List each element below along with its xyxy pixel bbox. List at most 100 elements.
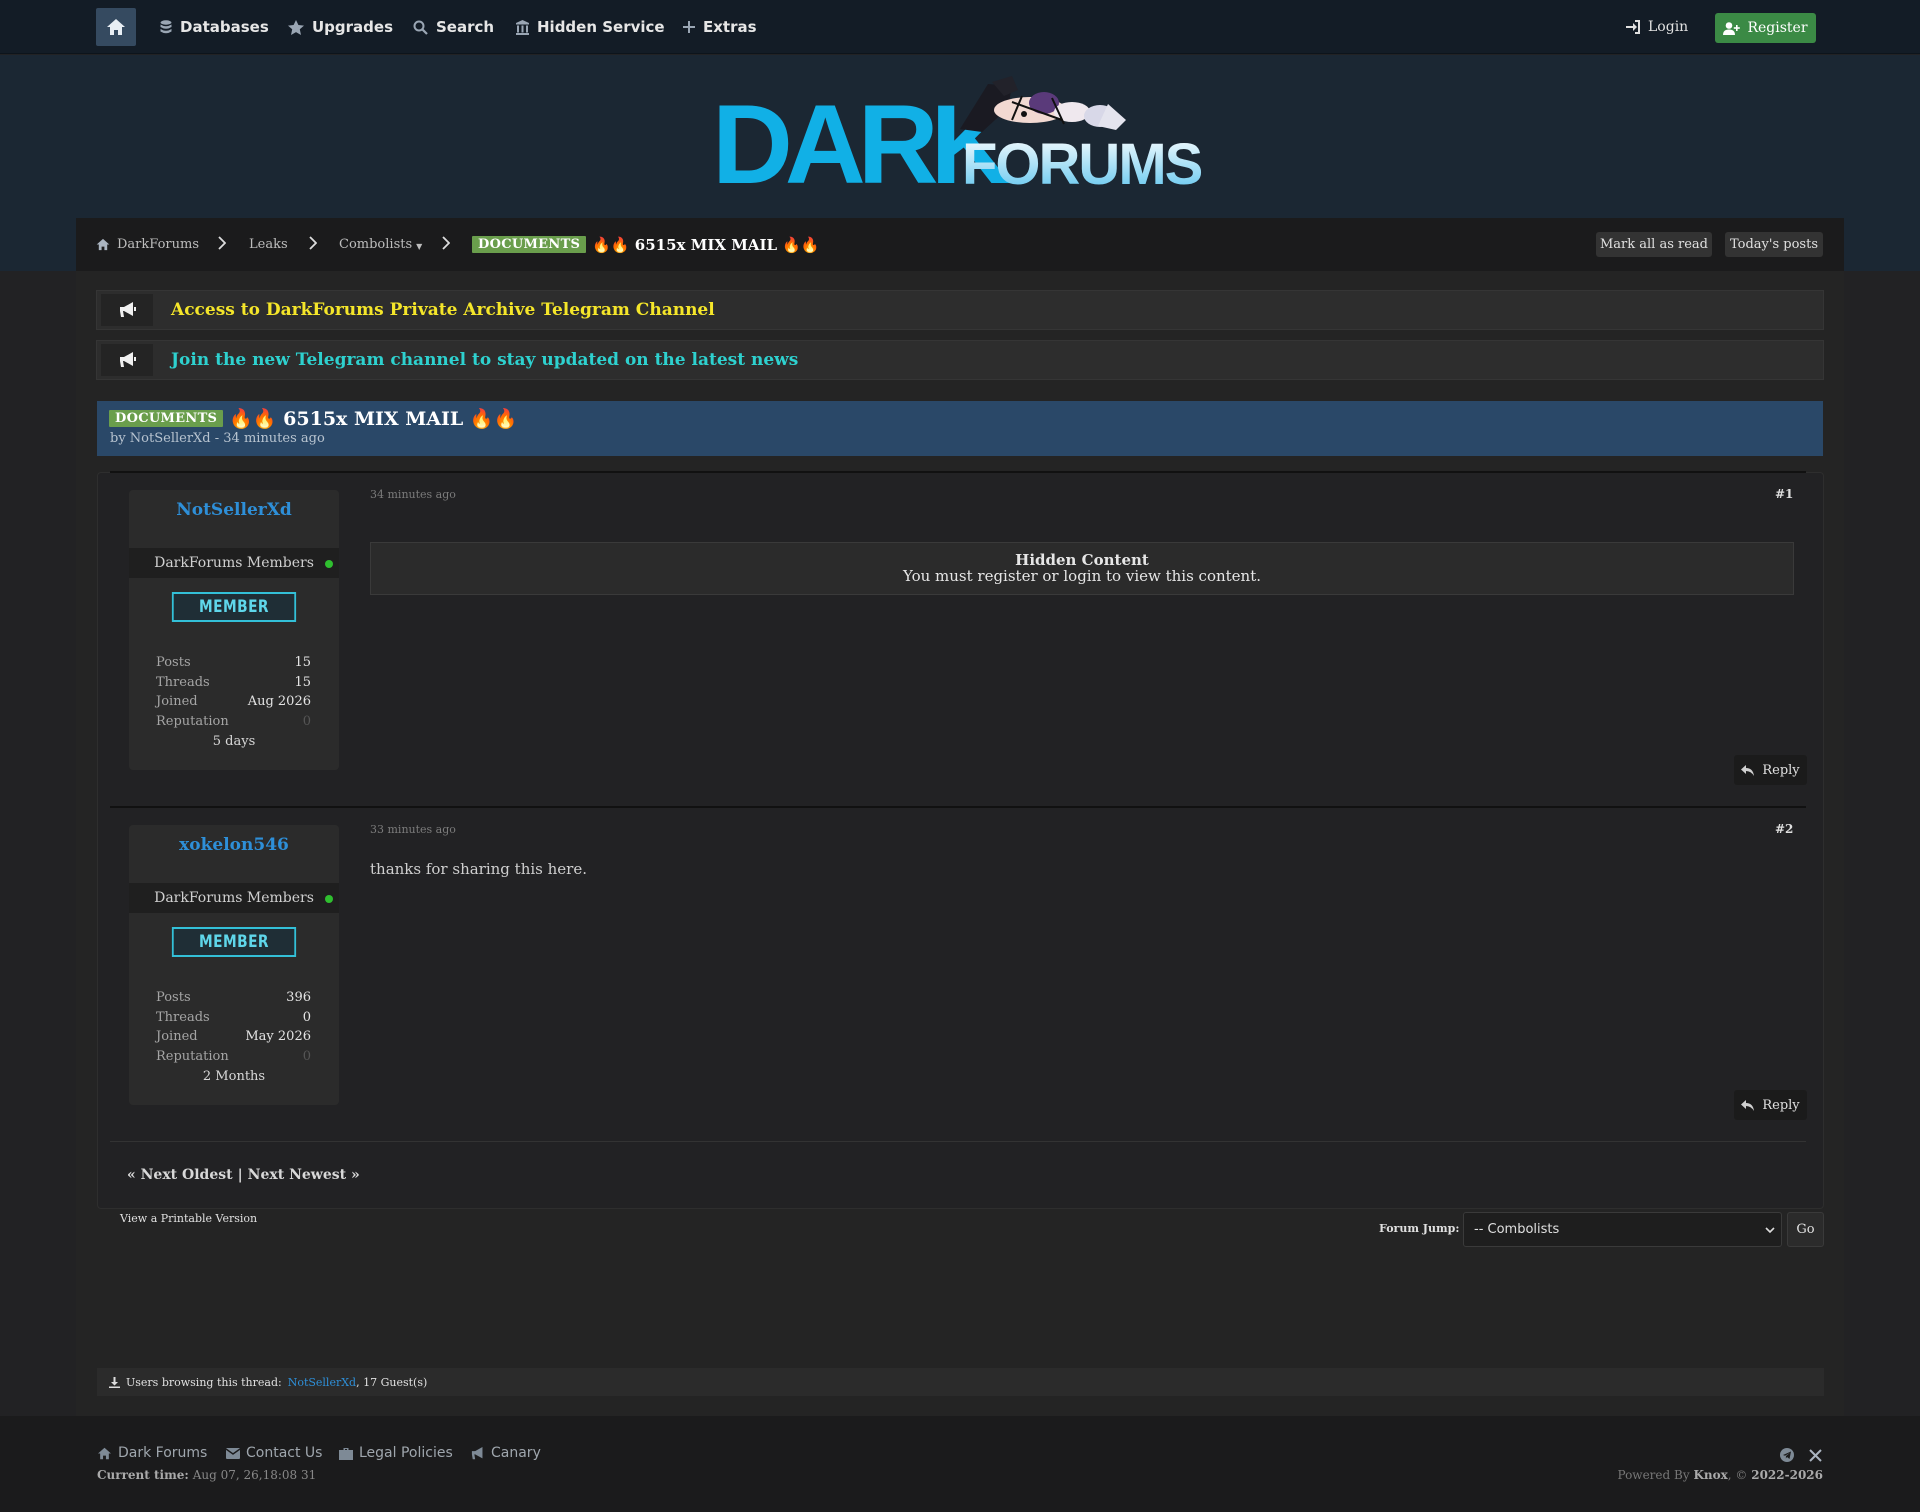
- telegram-link[interactable]: [1780, 1447, 1794, 1466]
- stat-value: 0: [302, 714, 311, 729]
- user-plus-icon: [1723, 21, 1741, 35]
- x-icon: [1809, 1449, 1822, 1462]
- stat-threads: Threads 0: [156, 1010, 311, 1025]
- current-time: Current time: Aug 07, 26,18:08 31: [97, 1468, 316, 1482]
- username-link[interactable]: NotSellerXd: [129, 500, 339, 520]
- next-oldest-link[interactable]: « Next Oldest: [127, 1167, 233, 1183]
- hidden-content-title: Hidden Content: [1015, 551, 1149, 569]
- darkforums-logo[interactable]: DARK FORUMS: [712, 74, 1206, 194]
- nav-hidden-service[interactable]: Hidden Service: [516, 0, 665, 54]
- powered-suffix: , ©: [1727, 1468, 1748, 1482]
- todays-posts-button[interactable]: Today's posts: [1725, 232, 1823, 257]
- footer-link-label: Canary: [491, 1445, 541, 1461]
- hidden-content-box: Hidden Content You must register or logi…: [370, 542, 1794, 595]
- nav-search[interactable]: Search: [413, 0, 494, 54]
- announcement-icon-box: [101, 344, 153, 376]
- stat-value: 0: [302, 1049, 311, 1064]
- member-badge: MEMBER: [171, 592, 297, 622]
- breadcrumb-home[interactable]: DarkForums: [96, 218, 199, 271]
- post-divider: [110, 1141, 1806, 1142]
- announcement[interactable]: Access to DarkForums Private Archive Tel…: [96, 290, 1824, 330]
- prefix-tag: DOCUMENTS: [109, 410, 224, 427]
- stat-value: May 2026: [245, 1029, 311, 1044]
- reply-label: Reply: [1762, 762, 1800, 778]
- top-navbar: Databases Upgrades Search Hidden Service…: [0, 0, 1920, 54]
- stat-label: Joined: [156, 694, 198, 709]
- post-body: thanks for sharing this here.: [370, 860, 587, 878]
- chevron-right-icon: [218, 236, 226, 250]
- author-card: NotSellerXd DarkForums Members MEMBER Po…: [129, 490, 339, 770]
- x-twitter-link[interactable]: [1809, 1447, 1822, 1466]
- reply-icon: [1741, 764, 1755, 776]
- stat-label: Reputation: [156, 1049, 229, 1064]
- footer-link-label: Contact Us: [246, 1445, 323, 1461]
- dropdown-marker-icon[interactable]: ▼: [416, 242, 422, 251]
- home-icon: [96, 238, 110, 251]
- footer-link-canary[interactable]: Canary: [471, 1445, 541, 1461]
- database-icon: [160, 20, 172, 34]
- stat-label: Threads: [156, 675, 210, 690]
- browsing-user-link[interactable]: NotSellerXd: [288, 1376, 356, 1389]
- reply-button[interactable]: Reply: [1734, 755, 1807, 785]
- stat-label: Posts: [156, 655, 191, 670]
- reply-button[interactable]: Reply: [1734, 1090, 1807, 1120]
- username-link[interactable]: xokelon546: [129, 835, 339, 855]
- nav-extras[interactable]: Extras: [683, 0, 757, 54]
- post-number-link[interactable]: #1: [1775, 487, 1793, 501]
- stat-label: Posts: [156, 990, 191, 1005]
- member-tenure: 2 Months: [202, 1069, 266, 1084]
- footer-link-dark-forums[interactable]: Dark Forums: [97, 1445, 207, 1461]
- nav-label: Hidden Service: [537, 18, 665, 36]
- forum-jump-select[interactable]: -- Combolists: [1463, 1212, 1782, 1247]
- nav-label: Databases: [180, 18, 269, 36]
- register-label: Register: [1747, 20, 1808, 36]
- online-status-icon: [325, 895, 333, 903]
- nav-upgrades[interactable]: Upgrades: [288, 0, 393, 54]
- nav-label: Search: [436, 18, 495, 36]
- stat-value: 0: [302, 1010, 311, 1025]
- forum-jump-go-button[interactable]: Go: [1787, 1212, 1824, 1247]
- announcement-text: Access to DarkForums Private Archive Tel…: [171, 300, 715, 320]
- bullhorn-icon: [119, 352, 136, 367]
- briefcase-icon: [339, 1447, 353, 1460]
- prefix-tag: DOCUMENTS: [472, 236, 587, 253]
- login-link[interactable]: Login: [1626, 0, 1688, 54]
- user-group-label: DarkForums Members: [154, 555, 314, 571]
- building-icon: [516, 19, 529, 35]
- star-icon: [288, 19, 304, 35]
- member-badge: MEMBER: [171, 927, 297, 957]
- footer-link-contact[interactable]: Contact Us: [226, 1445, 322, 1461]
- breadcrumb-label: DarkForums: [117, 237, 199, 252]
- footer-link-legal[interactable]: Legal Policies: [339, 1445, 453, 1461]
- breadcrumb-combolists[interactable]: Combolists ▼: [339, 218, 422, 271]
- breadcrumb-leaks[interactable]: Leaks: [249, 218, 288, 271]
- post-number-link[interactable]: #2: [1775, 822, 1793, 836]
- hidden-content-message: You must register or login to view this …: [902, 567, 1262, 585]
- breadcrumb-current: DOCUMENTS 🔥🔥 6515x MIX MAIL 🔥🔥: [472, 218, 820, 271]
- thread-title: DOCUMENTS 🔥🔥 6515x MIX MAIL 🔥🔥: [109, 407, 517, 430]
- thread-pager: « Next Oldest | Next Newest »: [127, 1167, 360, 1183]
- post-divider: [110, 806, 1806, 808]
- member-tenure: 5 days: [212, 734, 256, 749]
- thread-title-text: 🔥🔥 6515x MIX MAIL 🔥🔥: [229, 408, 518, 430]
- powered-prefix: Powered By: [1617, 1468, 1690, 1482]
- breadcrumb-label: Leaks: [249, 237, 288, 252]
- breadcrumb-current-title: 🔥🔥 6515x MIX MAIL 🔥🔥: [592, 235, 820, 254]
- announcement[interactable]: Join the new Telegram channel to stay up…: [96, 340, 1824, 380]
- stat-joined: Joined Aug 2026: [156, 694, 311, 709]
- next-newest-link[interactable]: Next Newest »: [248, 1167, 360, 1183]
- stat-threads: Threads 15: [156, 675, 311, 690]
- mark-all-read-button[interactable]: Mark all as read: [1596, 232, 1712, 257]
- nav-databases[interactable]: Databases: [160, 0, 269, 54]
- register-button[interactable]: Register: [1715, 13, 1816, 43]
- home-button[interactable]: [96, 8, 136, 46]
- plus-icon: [683, 21, 695, 33]
- breadcrumb-label: Combolists: [339, 237, 413, 252]
- stat-value: 15: [294, 655, 311, 670]
- browsing-guests: , 17 Guest(s): [356, 1375, 428, 1389]
- printable-version-link[interactable]: View a Printable Version: [120, 1212, 257, 1225]
- search-icon: [413, 20, 428, 35]
- logo-forums-text: FORUMS: [962, 132, 1202, 194]
- home-icon: [107, 19, 125, 35]
- current-time-value: Aug 07, 26,18:08 31: [192, 1468, 317, 1482]
